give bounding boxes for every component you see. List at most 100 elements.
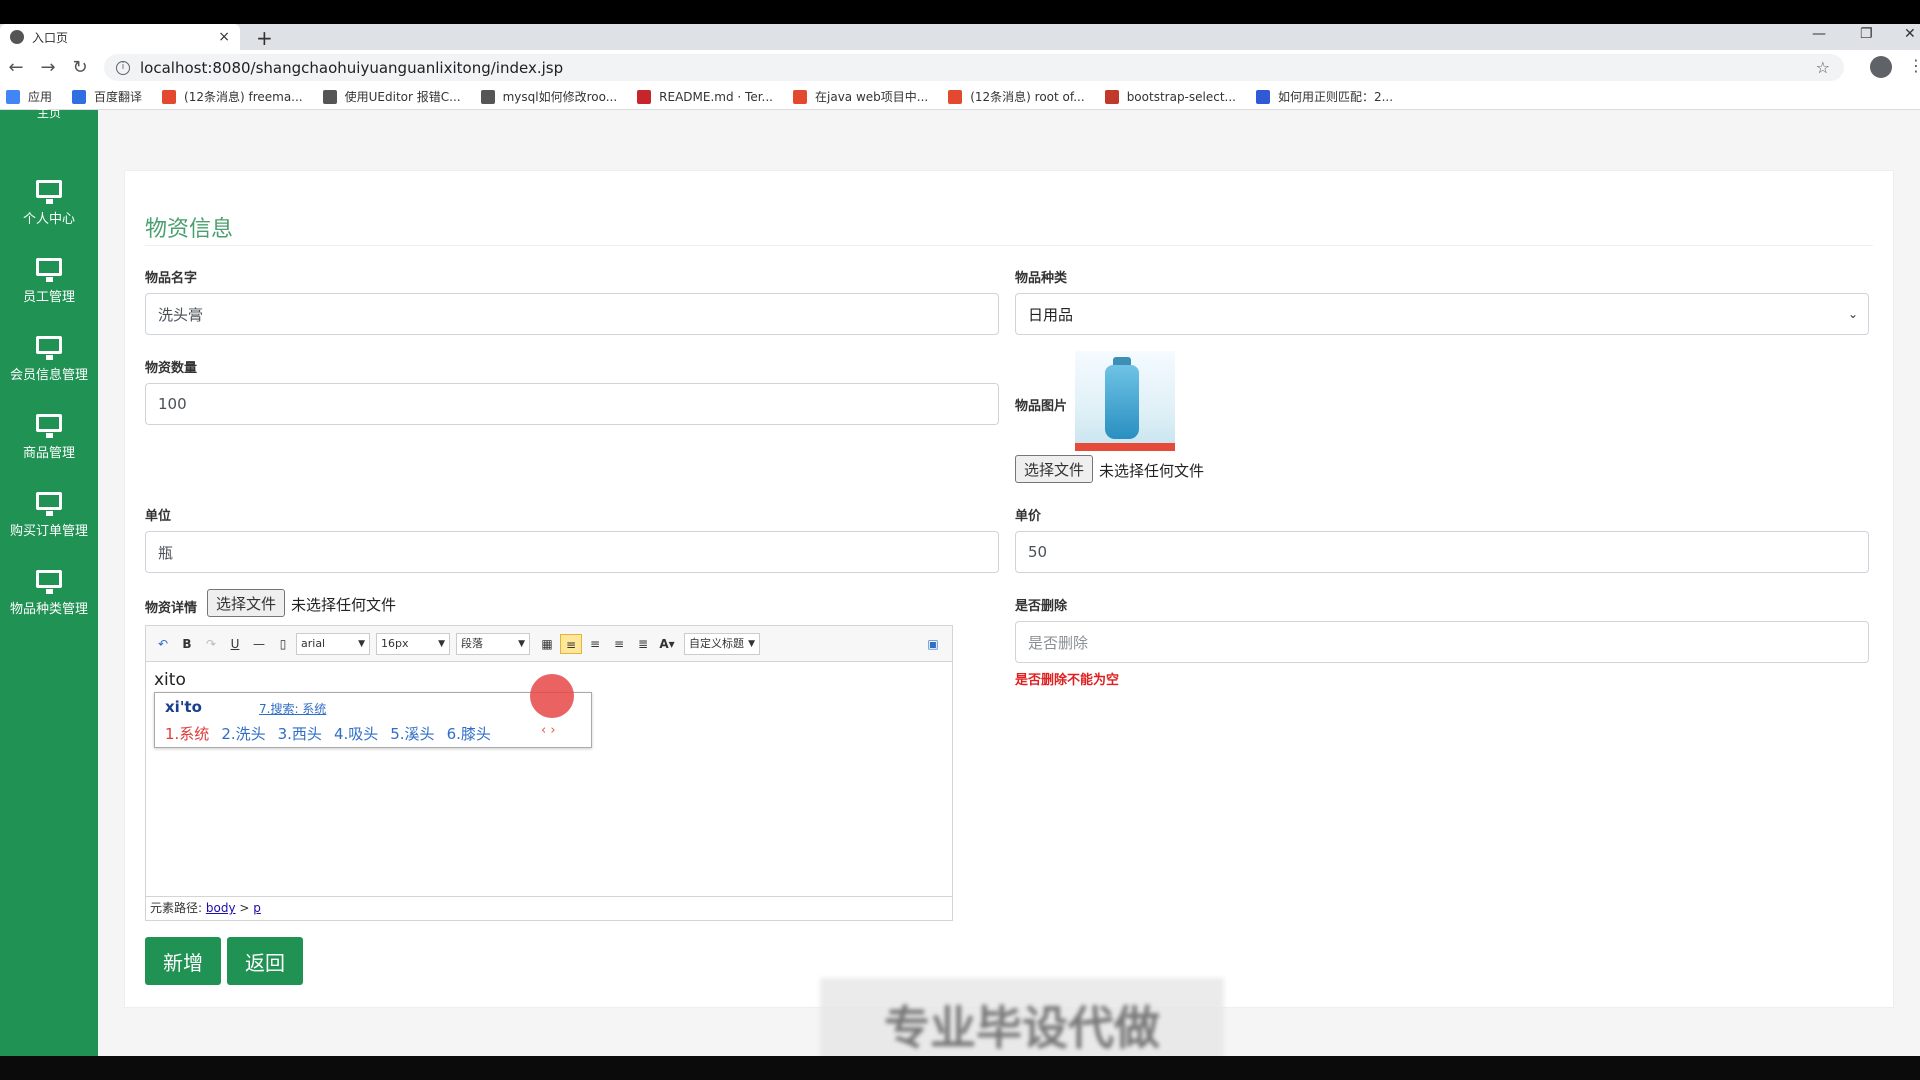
sidebar-item-home[interactable]: 主页 [0,104,98,121]
sidebar-item[interactable]: 物品种类管理 [0,560,98,630]
bookmark-item[interactable]: (12条消息) freema... [162,88,303,105]
bookmark-label: 百度翻译 [94,90,143,104]
unit-input[interactable]: 瓶 [145,531,999,573]
sidebar-item[interactable]: 个人中心 [0,170,98,240]
bookmark-item[interactable]: (12条消息) root of... [948,88,1085,105]
browser-window: 入口页 × + — ❐ ✕ ← → ↻ i localhost:8080/sha… [0,24,1920,1056]
undo-icon[interactable]: ↶ [152,634,174,654]
sidebar-item[interactable]: 会员信息管理 [0,326,98,396]
forward-arrow-icon[interactable]: → [32,57,64,78]
bookmark-item[interactable]: 百度翻译 [72,88,142,105]
image-band [1075,443,1175,451]
bookmark-label: mysql如何修改roo... [502,90,618,104]
bookmark-item[interactable]: 应用 [6,88,52,105]
deleted-error-message: 是否删除不能为空 [1015,673,1120,688]
font-family-select[interactable]: arial ▼ [296,632,370,655]
align-center-icon[interactable]: ≡ [608,634,630,654]
editor-toolbar: ↶ B ↷ U — ▯ arial ▼ 16px ▼ 段落 ▼ ▦ ≡ ≡ ≡ [146,626,952,662]
path-body-link[interactable]: body [206,901,236,915]
ime-candidate[interactable]: 3.西头 [278,725,322,743]
tab-bar: 入口页 × + — ❐ ✕ [0,24,1920,50]
sidebar-item[interactable]: 购买订单管理 [0,482,98,552]
table-icon[interactable]: ▦ [536,634,558,654]
minimize-icon[interactable]: — [1812,26,1826,42]
quantity-input[interactable]: 100 [145,383,999,425]
sidebar-item[interactable]: 商品管理 [0,404,98,474]
bookmark-favicon-icon [322,89,337,104]
monitor-icon [36,414,62,438]
window-close-icon[interactable]: ✕ [1904,26,1916,42]
detail-file-button[interactable]: 选择文件 [207,589,286,617]
quantity-value: 100 [158,395,187,413]
category-value: 日用品 [1028,305,1074,324]
ime-search-link[interactable]: 7.搜索: 系统 [259,700,326,717]
ime-candidate[interactable]: 5.溪头 [390,725,434,743]
profile-avatar[interactable] [1870,56,1892,78]
bookmarks-bar: 应用 百度翻译 (12条消息) freema... 使用UEditor 报错C... m… [0,84,1920,110]
browser-tab[interactable]: 入口页 × [0,24,240,50]
globe-icon [10,30,24,44]
ime-candidate[interactable]: 4.吸头 [334,725,378,743]
image-file-button[interactable]: 选择文件 [1015,455,1094,483]
info-icon[interactable]: i [116,60,130,75]
bookmark-item[interactable]: 使用UEditor 报错C... [322,88,461,105]
ime-candidate[interactable]: 1.系统 [165,725,209,743]
bookmark-label: 应用 [28,90,53,104]
editor-content[interactable]: xito [154,670,186,690]
custom-title-value: 自定义标题 [689,636,744,650]
chevron-down-icon: ▼ [748,638,755,649]
align-justify-icon[interactable]: ≣ [632,634,654,654]
bottle-shape [1105,365,1139,439]
sidebar-item-label: 物品种类管理 [9,602,88,617]
restore-icon[interactable]: ❐ [1860,26,1873,42]
path-p-link[interactable]: p [253,901,261,915]
monitor-icon [36,336,62,360]
underline-icon[interactable]: U [224,634,246,654]
page-icon[interactable]: ▯ [272,634,294,654]
ime-candidate[interactable]: 2.洗头 [221,725,265,743]
category-select[interactable]: 日用品 ⌄ [1015,293,1869,335]
monitor-icon [36,492,62,516]
new-tab-button[interactable]: + [256,26,273,50]
font-size-select[interactable]: 16px ▼ [376,632,450,655]
tab-close-button[interactable]: × [218,29,230,45]
fullscreen-icon[interactable]: ▣ [922,634,944,654]
back-button[interactable]: 返回 [227,937,303,985]
bookmark-star-icon[interactable]: ☆ [1816,58,1830,77]
name-input[interactable]: 洗头膏 [145,293,999,335]
ime-candidate-popup: xi'to 7.搜索: 系统 1.系统 2.洗头 3.西头 4.吸头 5.溪头 6.膝头 … [154,692,592,748]
price-input[interactable]: 50 [1015,531,1869,573]
form-card: 物资信息 物品名字 洗头膏 物资数量 100 单位 瓶 物资详情 选择文件 未选… [124,170,1894,1008]
bookmark-item[interactable]: bootstrap-select... [1104,89,1236,104]
quantity-label: 物资数量 [145,361,198,376]
bookmark-favicon-icon [480,89,495,104]
back-arrow-icon[interactable]: ← [0,57,32,78]
ime-candidate[interactable]: 6.膝头 [447,725,491,743]
align-right-icon[interactable]: ≡ [584,634,606,654]
unit-value: 瓶 [158,543,174,562]
reload-icon[interactable]: ↻ [64,57,96,78]
sidebar-item[interactable]: 员工管理 [0,248,98,318]
bookmark-label: 如何用正则匹配：2... [1277,90,1394,104]
bookmark-item[interactable]: mysql如何修改roo... [480,88,618,105]
bookmark-item[interactable]: 如何用正则匹配：2... [1255,88,1394,105]
bookmark-item[interactable]: README.md · Ter... [637,89,773,104]
custom-title-select[interactable]: 自定义标题 ▼ [684,632,760,655]
bookmark-item[interactable]: 在java web项目中... [793,88,928,105]
deleted-input[interactable]: 是否删除 [1015,621,1869,663]
font-color-icon[interactable]: A▾ [656,634,678,654]
rich-text-editor[interactable]: ↶ B ↷ U — ▯ arial ▼ 16px ▼ 段落 ▼ ▦ ≡ ≡ ≡ [145,625,953,921]
navigation-bar: ← → ↻ i localhost:8080/shangchaohuiyuang… [0,50,1920,84]
horizontal-rule-icon[interactable]: — [248,634,270,654]
address-bar[interactable]: i localhost:8080/shangchaohuiyuanguanlix… [104,54,1844,81]
ime-pager[interactable]: ‹ › [541,723,556,738]
align-left-icon[interactable]: ≡ [560,633,582,654]
path-separator: > [239,901,250,915]
redo-icon[interactable]: ↷ [200,634,222,654]
menu-kebab-icon[interactable]: ⋮ [1908,56,1920,75]
paragraph-select[interactable]: 段落 ▼ [456,632,530,655]
bold-icon[interactable]: B [176,634,198,654]
image-file-status: 未选择任何文件 [1099,462,1205,480]
bookmark-label: bootstrap-select... [1126,89,1236,104]
add-button[interactable]: 新增 [145,937,221,985]
